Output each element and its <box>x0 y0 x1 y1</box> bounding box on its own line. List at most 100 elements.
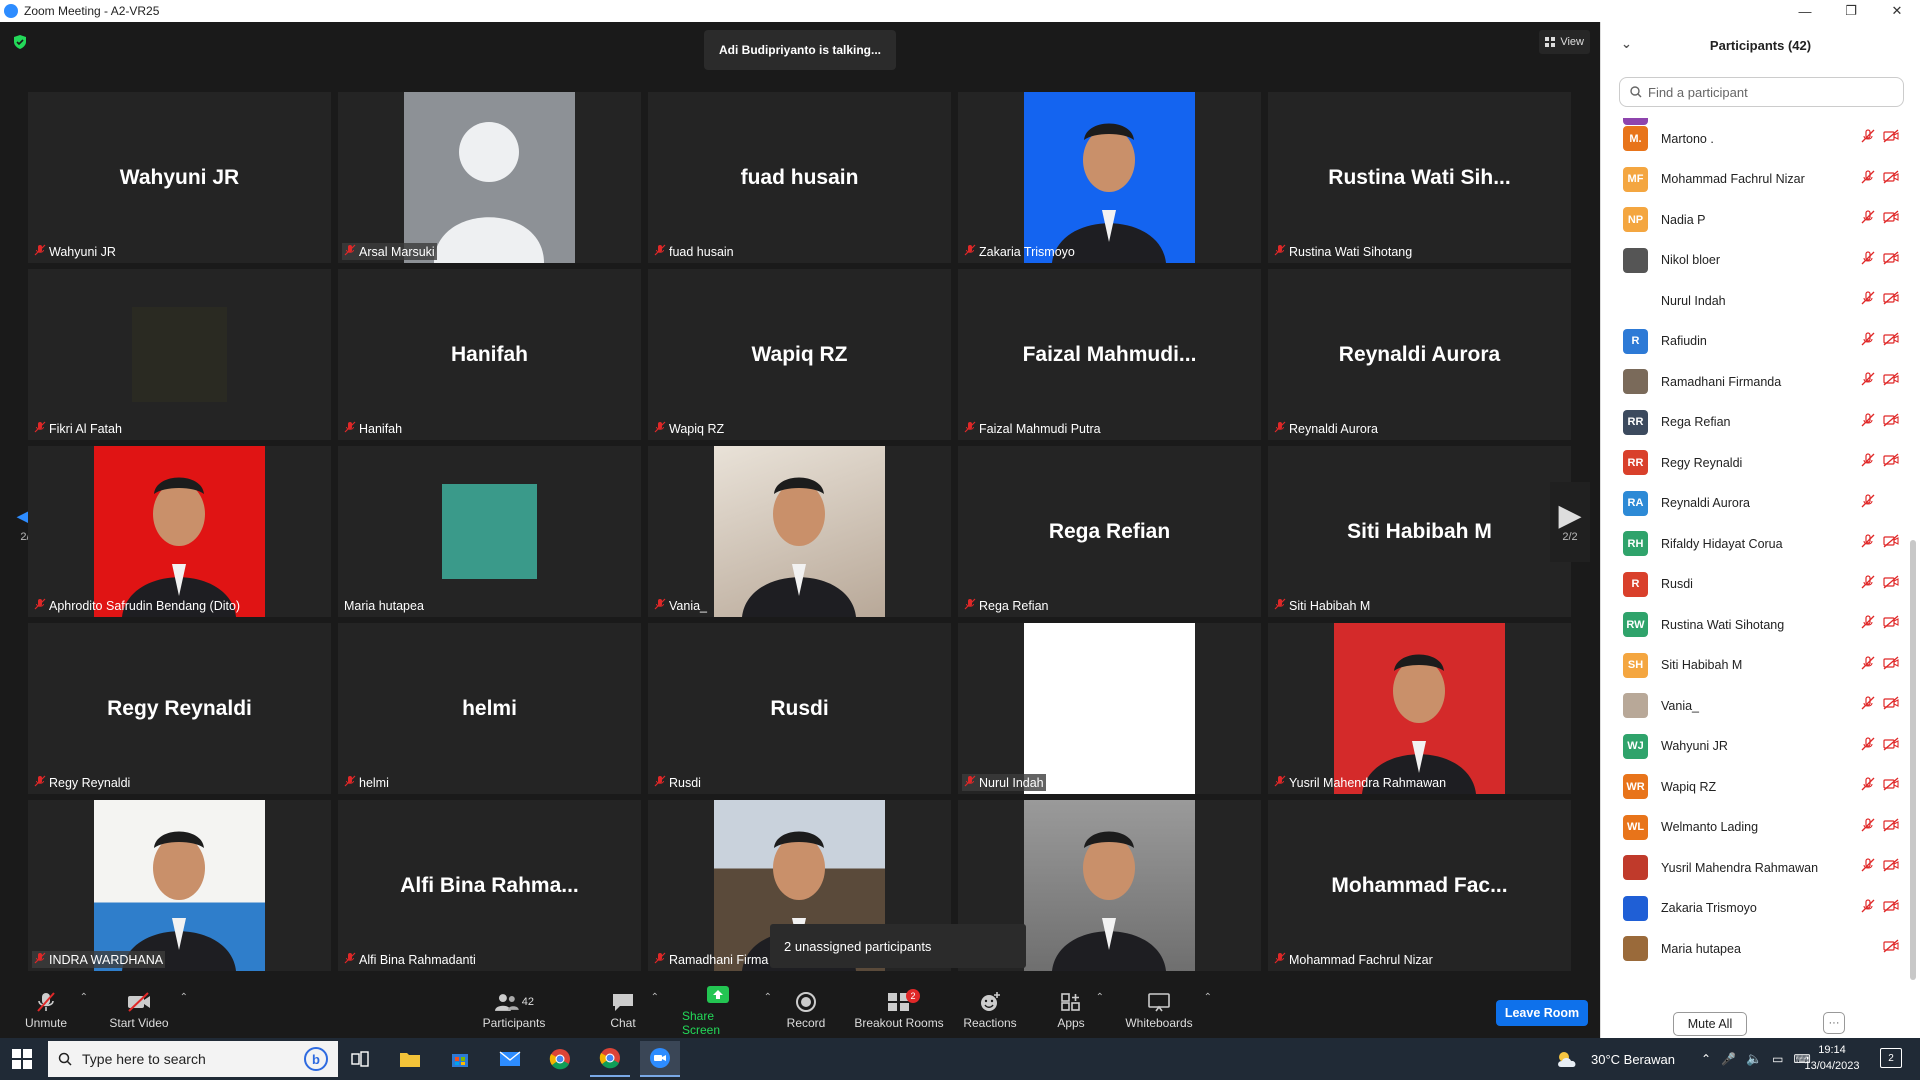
video-tile[interactable]: Faizal Mahmudi... Faizal Mahmudi Putra <box>958 269 1261 440</box>
microphone-muted-icon[interactable] <box>1861 615 1875 634</box>
unmute-button[interactable]: Unmute ⌃ <box>22 982 88 1038</box>
caret-up-icon[interactable]: ⌃ <box>764 992 772 1003</box>
close-button[interactable]: ✕ <box>1874 0 1920 22</box>
participant-row[interactable]: R Rusdi <box>1601 564 1909 605</box>
find-participant-input[interactable]: Find a participant <box>1619 77 1904 107</box>
participant-row[interactable]: RR Regy Reynaldi <box>1601 442 1909 483</box>
video-off-icon[interactable] <box>1883 332 1899 351</box>
microphone-muted-icon[interactable] <box>1861 696 1875 715</box>
volume-icon[interactable]: 🔈 <box>1746 1051 1762 1067</box>
more-options-button[interactable]: ··· <box>1823 1012 1845 1034</box>
mail-icon[interactable] <box>490 1041 530 1077</box>
video-off-icon[interactable] <box>1883 291 1899 310</box>
participant-row[interactable]: SH Siti Habibah M <box>1601 645 1909 686</box>
encryption-shield-icon[interactable] <box>12 34 28 50</box>
video-tile[interactable]: Arsal Marsuki <box>338 92 641 263</box>
video-off-icon[interactable] <box>1883 413 1899 432</box>
microphone-muted-icon[interactable] <box>1861 493 1875 513</box>
video-tile[interactable]: Wapiq RZ Wapiq RZ <box>648 269 951 440</box>
microphone-muted-icon[interactable] <box>1861 898 1875 918</box>
microphone-muted-icon[interactable] <box>1861 250 1875 270</box>
breakout-rooms-button[interactable]: 2 Breakout Rooms <box>854 982 944 1038</box>
microphone-muted-icon[interactable] <box>1861 331 1875 351</box>
chevron-up-icon[interactable]: ⌃ <box>1701 1052 1711 1066</box>
video-tile[interactable]: Nurul Indah <box>958 623 1261 794</box>
microphone-muted-icon[interactable] <box>1861 412 1875 432</box>
caret-up-icon[interactable]: ⌃ <box>1204 992 1212 1003</box>
reactions-button[interactable]: Reactions <box>962 982 1018 1038</box>
video-off-icon[interactable] <box>1883 656 1899 675</box>
video-off-icon[interactable] <box>1883 696 1899 715</box>
start-video-button[interactable]: Start Video ⌃ <box>108 982 188 1038</box>
participant-row[interactable]: Zakaria Trismoyo <box>1601 888 1909 929</box>
video-tile[interactable]: Fikri Al Fatah <box>28 269 331 440</box>
microphone-muted-icon[interactable] <box>1861 574 1875 594</box>
notification-center-button[interactable]: 2 <box>1880 1048 1902 1068</box>
video-off-icon[interactable] <box>1883 372 1899 391</box>
participant-row[interactable]: WJ Wahyuni JR <box>1601 726 1909 767</box>
caret-up-icon[interactable]: ⌃ <box>80 992 88 1003</box>
file-explorer-icon[interactable] <box>390 1041 430 1077</box>
microphone-muted-icon[interactable] <box>1861 534 1875 553</box>
participants-button[interactable]: 42 Participants <box>481 982 547 1038</box>
video-tile[interactable]: Alfi Bina Rahma... Alfi Bina Rahmadanti <box>338 800 641 971</box>
participant-row[interactable]: Ramadhani Firmanda <box>1601 361 1909 402</box>
participant-row[interactable]: Nikol bloer <box>1601 240 1909 281</box>
video-tile[interactable]: Reynaldi Aurora Reynaldi Aurora <box>1268 269 1571 440</box>
participant-row[interactable]: Nurul Indah <box>1601 280 1909 321</box>
video-off-icon[interactable] <box>1883 575 1899 594</box>
windows-start-icon[interactable] <box>12 1049 32 1069</box>
video-tile[interactable]: Regy Reynaldi Regy Reynaldi <box>28 623 331 794</box>
video-off-icon[interactable] <box>1883 818 1899 837</box>
microphone-icon[interactable]: 🎤 <box>1721 1052 1736 1066</box>
weather-cloudy-icon[interactable] <box>1555 1049 1581 1069</box>
video-off-icon[interactable] <box>1883 939 1899 958</box>
minimize-button[interactable]: — <box>1782 0 1828 22</box>
chrome-icon[interactable] <box>540 1041 580 1077</box>
view-button[interactable]: View <box>1539 30 1590 54</box>
leave-room-button[interactable]: Leave Room <box>1496 1000 1588 1026</box>
participant-row[interactable]: WR Wapiq RZ <box>1601 766 1909 807</box>
microphone-muted-icon[interactable] <box>1861 453 1875 472</box>
participant-row[interactable]: WL Welmanto Lading <box>1601 807 1909 848</box>
video-tile[interactable]: Aphrodito Safrudin Bendang (Dito) <box>28 446 331 617</box>
network-icon[interactable]: ▭ <box>1772 1052 1783 1066</box>
next-page-button[interactable]: ▶ 2/2 <box>1550 482 1590 562</box>
video-tile[interactable]: Rega Refian Rega Refian <box>958 446 1261 617</box>
microphone-muted-icon[interactable] <box>1861 736 1875 756</box>
video-off-icon[interactable] <box>1883 453 1899 472</box>
weather-text[interactable]: 30°C Berawan <box>1591 1052 1675 1067</box>
video-tile[interactable]: Zakaria Trismoyo <box>958 92 1261 263</box>
participant-row[interactable]: RR Rega Refian <box>1601 402 1909 443</box>
video-tile[interactable]: INDRA WARDHANA <box>28 800 331 971</box>
bing-icon[interactable]: b <box>304 1047 328 1071</box>
video-off-icon[interactable] <box>1883 534 1899 553</box>
caret-up-icon[interactable]: ⌃ <box>1096 992 1104 1003</box>
video-tile[interactable]: helmi helmi <box>338 623 641 794</box>
share-screen-button[interactable]: Share Screen ⌃ <box>682 982 772 1038</box>
microphone-muted-icon[interactable] <box>1861 129 1875 148</box>
participant-row[interactable]: R Rafiudin <box>1601 321 1909 362</box>
microphone-muted-icon[interactable] <box>1861 210 1875 229</box>
microphone-muted-icon[interactable] <box>1861 817 1875 837</box>
microphone-muted-icon[interactable] <box>1861 777 1875 796</box>
participant-row[interactable]: RA Reynaldi Aurora <box>1601 483 1909 524</box>
caret-up-icon[interactable]: ⌃ <box>651 992 659 1003</box>
microphone-muted-icon[interactable] <box>1861 372 1875 391</box>
video-off-icon[interactable] <box>1883 170 1899 189</box>
participant-row[interactable]: RW Rustina Wati Sihotang <box>1601 604 1909 645</box>
participant-row[interactable]: Yusril Mahendra Rahmawan <box>1601 847 1909 888</box>
video-tile[interactable]: Mohammad Fac... Mohammad Fachrul Nizar <box>1268 800 1571 971</box>
participant-row[interactable]: M. Martono . <box>1601 118 1909 159</box>
video-tile[interactable]: Siti Habibah M Siti Habibah M <box>1268 446 1571 617</box>
participant-row[interactable]: MF Mohammad Fachrul Nizar <box>1601 159 1909 200</box>
microsoft-store-icon[interactable] <box>440 1041 480 1077</box>
participant-row[interactable]: NP Nadia P <box>1601 199 1909 240</box>
video-off-icon[interactable] <box>1883 737 1899 756</box>
microphone-muted-icon[interactable] <box>1861 858 1875 877</box>
taskbar-search-box[interactable]: Type here to search b <box>48 1041 338 1077</box>
zoom-taskbar-icon[interactable] <box>640 1041 680 1077</box>
mute-all-button[interactable]: Mute All <box>1673 1012 1747 1036</box>
video-off-icon[interactable] <box>1883 777 1899 796</box>
chrome-profile-icon[interactable] <box>590 1041 630 1077</box>
